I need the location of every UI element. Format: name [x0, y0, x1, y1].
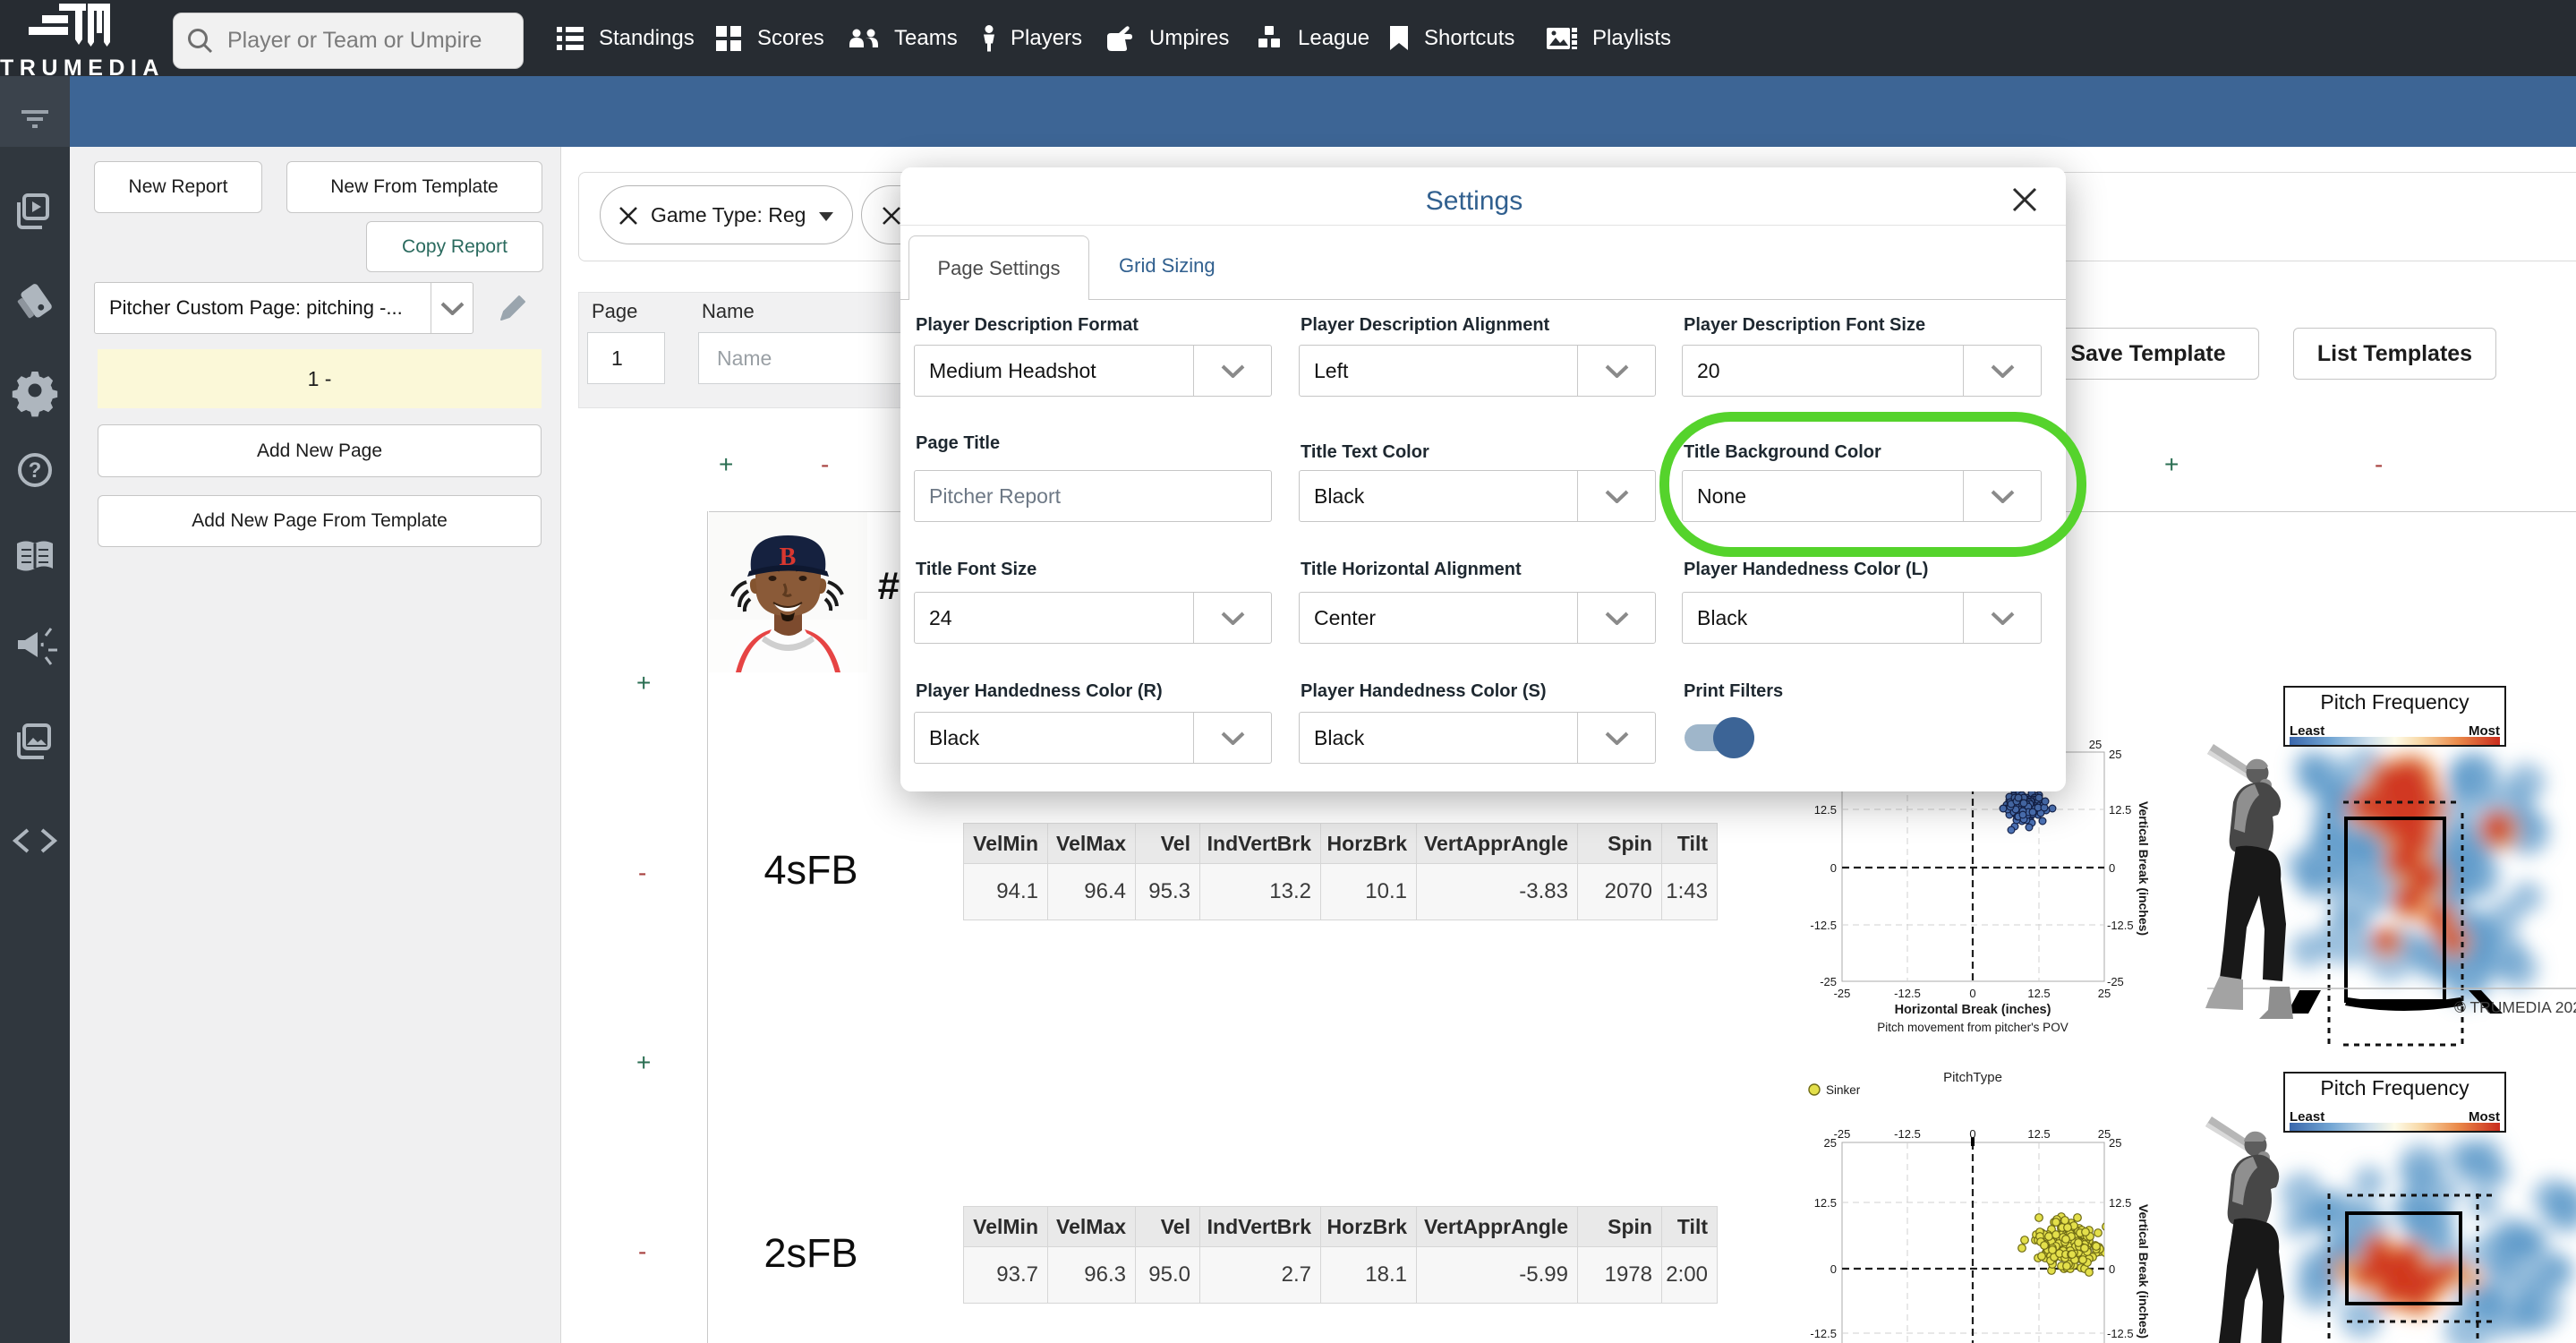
- svg-text:Vertical Break (inches): Vertical Break (inches): [2137, 1204, 2151, 1339]
- svg-text:0: 0: [1830, 1262, 1837, 1276]
- svg-text:12.5: 12.5: [2109, 803, 2131, 817]
- svg-text:-25: -25: [1820, 975, 1837, 988]
- svg-text:0: 0: [1830, 861, 1837, 875]
- svg-text:?: ?: [29, 458, 42, 483]
- svg-text:12.5: 12.5: [2027, 987, 2050, 1000]
- svg-text:Vertical Break (inches): Vertical Break (inches): [2137, 801, 2151, 936]
- svg-text:12.5: 12.5: [2109, 1196, 2131, 1210]
- svg-text:12.5: 12.5: [2027, 1127, 2050, 1141]
- svg-text:-12.5: -12.5: [1810, 1327, 1837, 1340]
- svg-text:25: 25: [2098, 987, 2111, 1000]
- svg-text:-12.5: -12.5: [1810, 919, 1837, 932]
- svg-text:-12.5: -12.5: [2107, 1327, 2134, 1340]
- svg-text:0: 0: [2109, 1262, 2115, 1276]
- svg-text:-25: -25: [1834, 987, 1851, 1000]
- svg-text:25: 25: [1824, 1136, 1837, 1150]
- svg-text:25: 25: [2109, 1136, 2121, 1150]
- svg-text:PitchType: PitchType: [1943, 1070, 2002, 1085]
- svg-text:12.5: 12.5: [1814, 1196, 1837, 1210]
- svg-text:Sinker: Sinker: [1826, 1083, 1861, 1097]
- svg-text:-12.5: -12.5: [2107, 919, 2134, 932]
- svg-text:25: 25: [2089, 738, 2102, 751]
- svg-text:0: 0: [2109, 861, 2115, 875]
- svg-text:25: 25: [2109, 748, 2121, 761]
- svg-text:0: 0: [1969, 987, 1975, 1000]
- svg-text:-12.5: -12.5: [1894, 1127, 1921, 1141]
- svg-text:© TRUMEDIA 2024: © TRUMEDIA 2024: [2454, 998, 2576, 1016]
- svg-text:TRUMEDIA: TRUMEDIA: [0, 56, 165, 76]
- svg-text:-12.5: -12.5: [1894, 987, 1921, 1000]
- svg-text:B: B: [780, 543, 797, 571]
- svg-text:Pitch movement from pitcher's: Pitch movement from pitcher's POV: [1877, 1021, 2068, 1034]
- svg-text:0: 0: [1969, 1127, 1975, 1141]
- svg-text:-25: -25: [2107, 975, 2124, 988]
- svg-text:12.5: 12.5: [1814, 803, 1837, 817]
- svg-text:Horizontal Break (inches): Horizontal Break (inches): [1895, 1003, 2051, 1017]
